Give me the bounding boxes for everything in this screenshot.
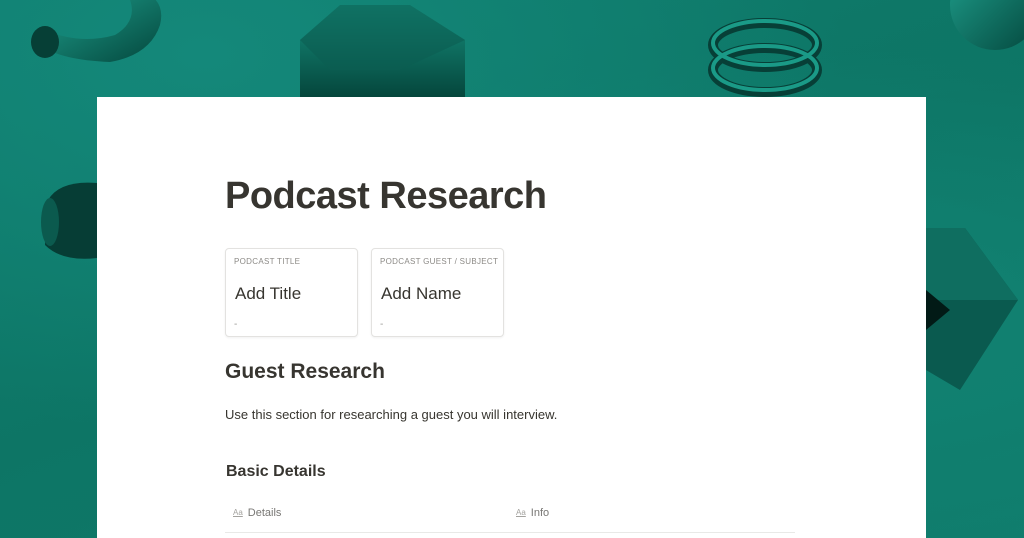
document-page: Podcast Research PODCAST TITLE Add Title… [97, 97, 926, 538]
property-card-podcast-guest[interactable]: PODCAST GUEST / SUBJECT Add Name - [371, 248, 504, 337]
section-description[interactable]: Use this section for researching a guest… [225, 407, 557, 422]
basic-details-heading[interactable]: Basic Details [226, 463, 326, 481]
column-label: Info [530, 507, 550, 519]
property-value[interactable]: Add Name [381, 284, 461, 304]
property-label: PODCAST TITLE [234, 257, 301, 266]
property-sub: - [380, 319, 384, 330]
text-property-icon: Aa [516, 508, 526, 517]
column-header-details[interactable]: Aa Details [233, 507, 281, 519]
page-title[interactable]: Podcast Research [225, 175, 547, 218]
property-card-podcast-title[interactable]: PODCAST TITLE Add Title - [225, 248, 358, 337]
column-header-info[interactable]: Aa Info [516, 507, 549, 519]
table-header: Aa Details Aa Info [225, 501, 795, 533]
torus-shape [40, 0, 162, 62]
sphere-shape [950, 0, 1024, 50]
torus-end [31, 26, 59, 58]
section-heading[interactable]: Guest Research [225, 360, 385, 384]
property-label: PODCAST GUEST / SUBJECT [380, 257, 499, 266]
column-label: Details [247, 507, 282, 519]
text-property-icon: Aa [233, 508, 243, 517]
property-value[interactable]: Add Title [235, 284, 301, 304]
property-sub: - [234, 319, 238, 330]
